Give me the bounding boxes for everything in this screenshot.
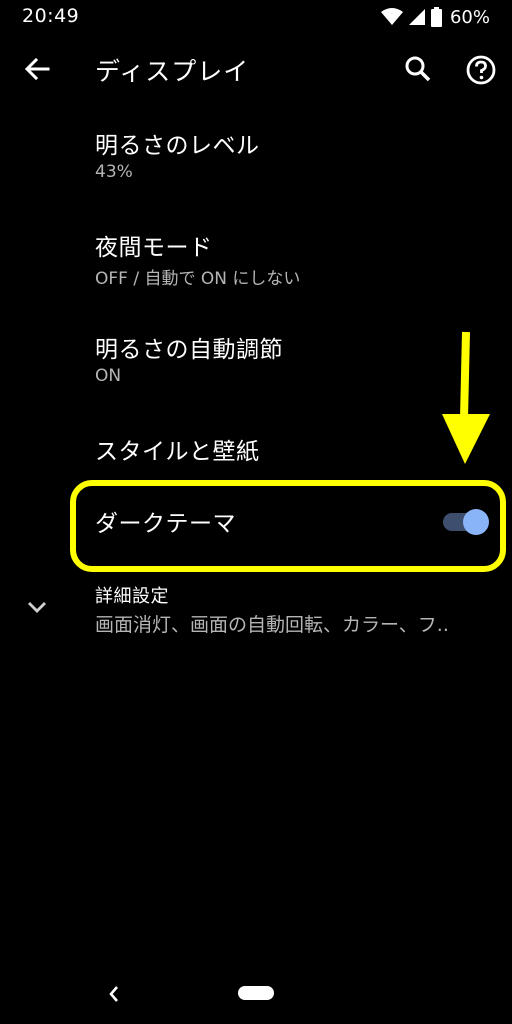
brightness-level-summary: 43% xyxy=(95,162,133,182)
search-icon[interactable] xyxy=(403,54,433,84)
night-mode-title: 夜間モード xyxy=(95,235,213,261)
brightness-level-title: 明るさのレベル xyxy=(95,133,260,159)
style-wallpaper-setting[interactable]: スタイルと壁紙 xyxy=(0,418,512,478)
dark-theme-toggle[interactable] xyxy=(443,506,489,536)
back-arrow-icon[interactable] xyxy=(22,54,52,84)
cellular-signal-icon xyxy=(408,9,425,25)
wifi-icon xyxy=(380,8,403,26)
chevron-down-icon xyxy=(24,594,50,620)
navigation-bar xyxy=(0,968,512,1024)
dark-theme-setting[interactable]: ダークテーマ xyxy=(0,482,512,562)
toggle-thumb xyxy=(463,509,489,535)
brightness-level-setting[interactable]: 明るさのレベル 43% xyxy=(0,110,512,210)
status-time: 20:49 xyxy=(22,5,80,27)
status-bar: 20:49 60% xyxy=(0,0,512,34)
page-title: ディスプレイ xyxy=(95,57,250,86)
display-settings-screen: 20:49 60% ディスプレイ 明るさのレベル 43% 夜間モード OFF /… xyxy=(0,0,512,1024)
advanced-setting[interactable]: 詳細設定 画面消灯、画面の自動回転、カラー、フ.. xyxy=(0,572,512,642)
battery-icon xyxy=(430,7,442,27)
adaptive-brightness-setting[interactable]: 明るさの自動調節 ON xyxy=(0,314,512,414)
status-icons: 60% xyxy=(380,6,490,28)
night-mode-setting[interactable]: 夜間モード OFF / 自動で ON にしない xyxy=(0,212,512,312)
help-icon[interactable] xyxy=(465,54,497,86)
dark-theme-title: ダークテーマ xyxy=(95,511,236,537)
adaptive-brightness-summary: ON xyxy=(95,366,122,386)
advanced-title: 詳細設定 xyxy=(95,586,169,607)
nav-back-icon[interactable] xyxy=(104,982,124,1006)
night-mode-summary: OFF / 自動で ON にしない xyxy=(95,269,301,289)
nav-home-pill[interactable] xyxy=(238,986,274,1000)
advanced-summary: 画面消灯、画面の自動回転、カラー、フ.. xyxy=(95,614,449,636)
battery-percent: 60% xyxy=(449,6,490,28)
app-bar: ディスプレイ xyxy=(0,40,512,96)
style-wallpaper-title: スタイルと壁紙 xyxy=(95,439,260,465)
adaptive-brightness-title: 明るさの自動調節 xyxy=(95,337,283,363)
